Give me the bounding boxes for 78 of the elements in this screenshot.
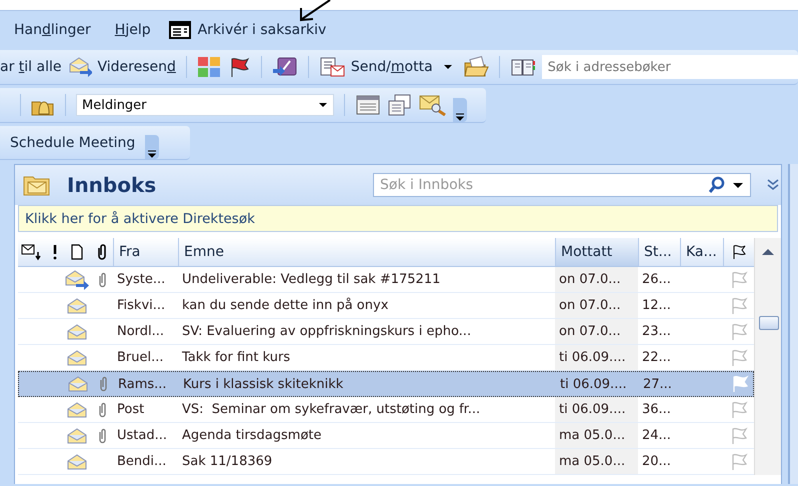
received-cell: on 07.0... bbox=[555, 267, 638, 292]
received-cell: on 07.0... bbox=[555, 319, 638, 344]
mail-search-icon[interactable] bbox=[419, 94, 447, 116]
menu-item[interactable]: Arkivér i saksarkiv bbox=[198, 22, 326, 38]
address-search-field[interactable]: Søk i adressebøker bbox=[542, 55, 798, 79]
sender-cell-text: Bruel... bbox=[116, 349, 165, 367]
scrollbar[interactable] bbox=[754, 238, 781, 475]
sender-cell-text: Rams... bbox=[117, 376, 168, 394]
message-row[interactable]: Post VS: Seminar om sykefravær, utstøting og fr... ti 06.09.... 36... bbox=[18, 397, 754, 423]
column-header[interactable]: St... bbox=[638, 238, 680, 266]
received-cell: ma 05.0... bbox=[555, 449, 638, 474]
overflow-icon[interactable] bbox=[147, 149, 158, 159]
send-receive-button[interactable]: Send/motta bbox=[350, 59, 433, 75]
envelope-folder-icon bbox=[23, 174, 51, 196]
flag-icon[interactable] bbox=[731, 244, 747, 260]
overflow-icon[interactable] bbox=[455, 112, 465, 122]
message-row[interactable]: Ustad... Agenda tirsdagsmøte ma 05.0... 24... bbox=[18, 423, 754, 449]
importance-icon[interactable] bbox=[52, 244, 58, 260]
subject-cell-text: VS: Seminar om sykefravær, utstøting og fr... bbox=[181, 401, 482, 419]
size-cell-text: 20... bbox=[641, 453, 672, 471]
message-row[interactable]: Syste... Undeliverable: Vedlegg til sak #175211 on 07.0... 26... bbox=[18, 267, 754, 293]
subject-cell-text: Kurs i klassisk skiteknikk bbox=[182, 376, 344, 394]
subject-cell-text: Agenda tirsdagsmøte bbox=[181, 427, 323, 445]
received-cell-text: ti 06.09.... bbox=[559, 376, 628, 394]
expand-icon[interactable] bbox=[767, 179, 779, 191]
menu-item[interactable]: Hjelp bbox=[114, 22, 151, 38]
paperclip-icon[interactable] bbox=[96, 244, 106, 260]
message-row[interactable]: Nordl... SV: Evaluering av oppfriskningskurs i epho... on 07.0... 23... bbox=[18, 319, 754, 345]
envelope-sort-icon[interactable] bbox=[21, 243, 43, 261]
subject-cell-text: Takk for fint kurs bbox=[181, 349, 292, 367]
subject-cell-text: kan du sende dette inn på onyx bbox=[181, 296, 390, 315]
form-icon[interactable] bbox=[168, 20, 191, 38]
folder-icon[interactable] bbox=[462, 56, 489, 78]
subject-cell-text: Sak 11/18369 bbox=[181, 453, 274, 471]
size-cell-text: 22... bbox=[641, 349, 672, 367]
received-cell: ti 06.09.... bbox=[555, 397, 638, 422]
size-cell-text: 12... bbox=[641, 297, 672, 315]
menu-item[interactable]: Handlinger bbox=[14, 22, 91, 38]
scroll-up-arrow-icon[interactable] bbox=[761, 248, 775, 256]
column-header[interactable]: Ka... bbox=[680, 238, 723, 266]
list-icon[interactable] bbox=[355, 94, 381, 116]
reply-all-button[interactable]: ar til alle bbox=[0, 59, 62, 75]
subject-cell-text: Undeliverable: Vedlegg til sak #175211 bbox=[181, 271, 442, 289]
categories-icon[interactable] bbox=[196, 56, 221, 78]
sender-cell-text: Fiskvi... bbox=[116, 297, 166, 315]
sender-cell-text: Ustad... bbox=[116, 427, 168, 445]
sender-cell-text: Post bbox=[116, 401, 146, 419]
column-header[interactable]: Mottatt bbox=[555, 238, 638, 266]
size-cell-text: 36... bbox=[641, 401, 672, 419]
sender-cell-text: Bendi... bbox=[116, 453, 168, 471]
document-icon[interactable] bbox=[71, 244, 83, 260]
sender-cell-text: Syste... bbox=[116, 271, 166, 289]
received-cell: on 07.0... bbox=[555, 293, 638, 318]
search-icon[interactable] bbox=[708, 176, 726, 194]
note-icon[interactable] bbox=[272, 56, 298, 78]
sender-cell-text: Nordl... bbox=[116, 323, 166, 341]
message-row[interactable]: Bendi... Sak 11/18369 ma 05.0... 20... bbox=[18, 449, 754, 475]
pane-title: Innboks bbox=[67, 173, 158, 197]
instant-search-bar[interactable]: Klikk her for å aktivere Direktesøk bbox=[18, 205, 778, 232]
received-cell: ti 06.09.... bbox=[555, 345, 638, 370]
message-row[interactable]: Fiskvi... kan du sende dette inn på onyx on 07.0... 12... bbox=[18, 293, 754, 319]
subject-cell-text: SV: Evaluering av oppfriskningskurs i epho... bbox=[181, 323, 472, 341]
documents-icon[interactable] bbox=[387, 94, 413, 116]
forward-button[interactable]: Videresend bbox=[98, 59, 176, 75]
message-row[interactable]: Rams... Kurs i klassisk skiteknikk ti 06.09.... 27... bbox=[18, 371, 754, 397]
view-dropdown[interactable]: Meldinger bbox=[76, 94, 334, 116]
size-cell-text: 27... bbox=[642, 376, 673, 394]
dropdown-arrow-icon[interactable] bbox=[317, 100, 329, 110]
size-cell-text: 24... bbox=[641, 427, 672, 445]
scrollbar-thumb[interactable] bbox=[759, 316, 779, 330]
dropdown-arrow-icon[interactable] bbox=[732, 180, 744, 190]
send-receive-icon[interactable] bbox=[318, 56, 345, 78]
size-cell-text: 26... bbox=[641, 271, 672, 289]
size-cell-text: 23... bbox=[641, 323, 672, 341]
column-header[interactable]: Fra bbox=[113, 238, 178, 266]
received-cell: ma 05.0... bbox=[555, 423, 638, 448]
schedule-meeting-button[interactable]: Schedule Meeting bbox=[10, 134, 136, 150]
forward-icon[interactable] bbox=[68, 56, 92, 78]
